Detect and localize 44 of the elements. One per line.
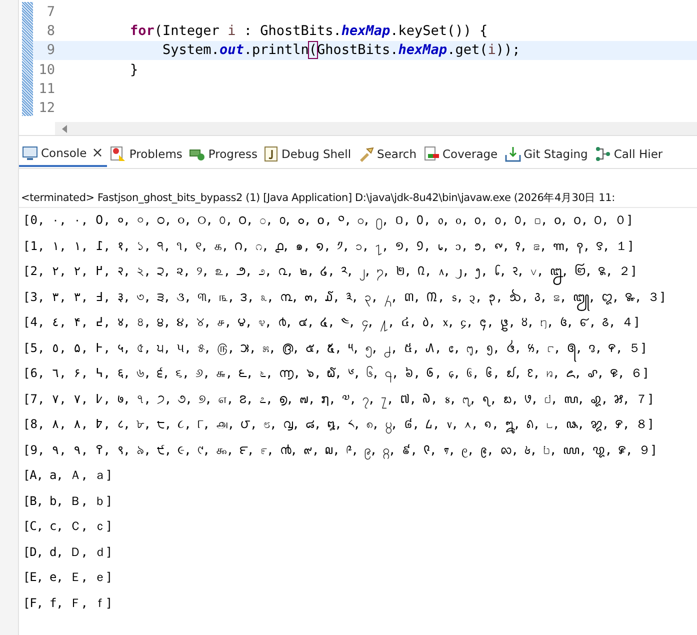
line-number: 7 [46,4,56,20]
console-output-line: [1, ١, ۱, ߁, १, ১, ੧, ૧, ୧, ௧, ౧, ೧, ൧, ๑, ໑, ༡, ၁, ႑, ១, ᠑, ᥇, ᧑, ᪁, ᪑, ꣑, ꤁, ꧑, ꩑, ꯱, １] [23,234,697,259]
scroll-left-icon[interactable] [61,124,69,134]
console-output-line: [5, ٥, ۵, ߅, ५, ৫, ੫, ૫, ୫, ௫, ౫, ೫, ൫, ๕, ໕, ༥, ၅, ႕, ៥, ᠕, ᥋, ᧕, ᪅, ᪕, ꣕, ꤅, ꧕, ꩕, ꯵, ５] [23,336,697,361]
code-line: } [129,62,138,78]
call-hierarchy-icon [594,146,611,162]
console-output-line: [9, ٩, ۹, ߉, ९, ৯, ੯, ૯, ୯, ௯, ౯, ೯, ൯, ๙, ໙, ༩, ၉, ႙, ៩, ᠙, ᥏, ᧙, ᪉, ᪙, ꣙, ꤉, ꧙, ꩙, ꯹, ９] [23,438,697,463]
close-icon[interactable]: × [92,145,104,161]
coverage-icon [424,146,440,162]
view-tab[interactable]: Git Staging [502,141,592,167]
console-output-line: [F, f, Ｆ, ｆ] [23,594,114,612]
flashlight-icon [358,146,374,162]
line-number: 8 [46,23,56,40]
console-output-line: [4, ٤, ۴, ߄, ४, ৪, ੪, ૪, ୪, ௪, ౪, ೪, ൪, ๔, ໔, ༤, ၄, ႔, ៤, ᠔, ᥊, ᧔, ᪄, ᪔, ꣔, ꤄, ꧔, ꩔, ꯴, ４] [23,310,697,336]
console-output-line: [E, e, Ｅ, ｅ] [23,569,114,586]
view-tab[interactable]: Problems [107,141,186,167]
console-output-line: [C, c, Ｃ, ｃ] [23,518,114,535]
code-line: System.out.println(GhostBits.hexMap.get(i)); [162,42,520,58]
console-output-line: [B, b, Ｂ, ｂ] [23,492,114,510]
view-tab[interactable]: Progress [186,141,262,167]
view-tab[interactable]: Call Hier [592,141,667,167]
monitor-icon [22,146,38,160]
problems-icon [110,146,126,162]
console-output-line: [7, ٧, ۷, ߇, ७, ৭, ੭, ૭, ୭, ௭, ౭, ೭, ൭, ๗, ໗, ༧, ၇, ႗, ៧, ᠗, ᥍, ᧗, ᪇, ᪗, ꣗, ꤇, ꧗, ꩗, ꯷, ７] [23,386,697,412]
console-output-line: [6, ٦, ۶, ߆, ६, ৬, ੬, ૬, ୬, ௬, ౬, ೬, ൬, ๖, ໖, ༦, ၆, ႖, ៦, ᠖, ᥌, ᧖, ᪆, ᪖, ꣖, ꤆, ꧖, ꩖, ꯶, ６] [23,361,697,386]
document-j-icon [264,146,278,162]
staging-icon [504,146,521,162]
console-output-line: [D, d, Ｄ, ｄ] [23,544,114,560]
console-output-line: [3, ٣, ۳, ߃, ३, ৩, ੩, ૩, ୩, ௩, ౩, ೩, ൩, ๓, ໓, ༣, ၃, ႓, ៣, ᠓, ᥉, ᧓, ᪃, ᪓, ꣓, ꤃, ꧓, ꩓, ꯳, ３] [23,284,697,310]
console-output-line: [A, a, Ａ, ａ] [23,467,114,484]
process-status: <terminated> Fastjson_ghost_bits_bypass2 (1) [Java Application] D:\java\jdk-8u42\bin\javaw.exe (2026年4月30日 11: [20,191,616,205]
line-number: 10 [38,62,56,78]
view-tab[interactable]: Search [355,141,421,167]
progress-icon [189,147,206,161]
view-tab[interactable]: Debug Shell [261,141,356,167]
console-output-line: [0, ٠, ۰, ߀, ०, ০, ੦, ૦, ୦, ௦, ౦, ೦, ൦, ๐, ໐, ༠, ၀, ႐, ០, ᠐, ᥆, ᧐, ᪀, ᪐, ꣐, ꤀, ꧐, ꩐, ꯰, ０] [23,208,697,234]
horizontal-scrollbar[interactable] [55,122,697,135]
line-number: 12 [38,100,56,116]
console-output-line: [2, ٢, ۲, ߂, २, ২, ੨, ૨, ୨, ௨, ౨, ೨, ൨, ๒, ໒, ༢, ၂, ႒, ២, ᠒, ᥈, ᧒, ᪂, ᪒, ꣒, ꤂, ꧒, ꩒, ꯲, ２] [23,259,697,284]
line-number: 11 [38,81,56,98]
line-number: 9 [46,42,56,58]
view-tab[interactable]: Coverage [420,141,502,167]
console-output-line: [8, ٨, ۸, ߈, ८, ৮, ੮, ૮, ୮, ௮, ౮, ೮, ൮, ๘, ໘, ༨, ၈, ႘, ៨, ᠘, ᥎, ᧘, ᪈, ᪘, ꣘, ꤈, ꧘, ꩘, ꯸, ８] [23,412,697,438]
code-line: for(Integer i : GhostBits.hexMap.keySet()) { [129,23,488,40]
